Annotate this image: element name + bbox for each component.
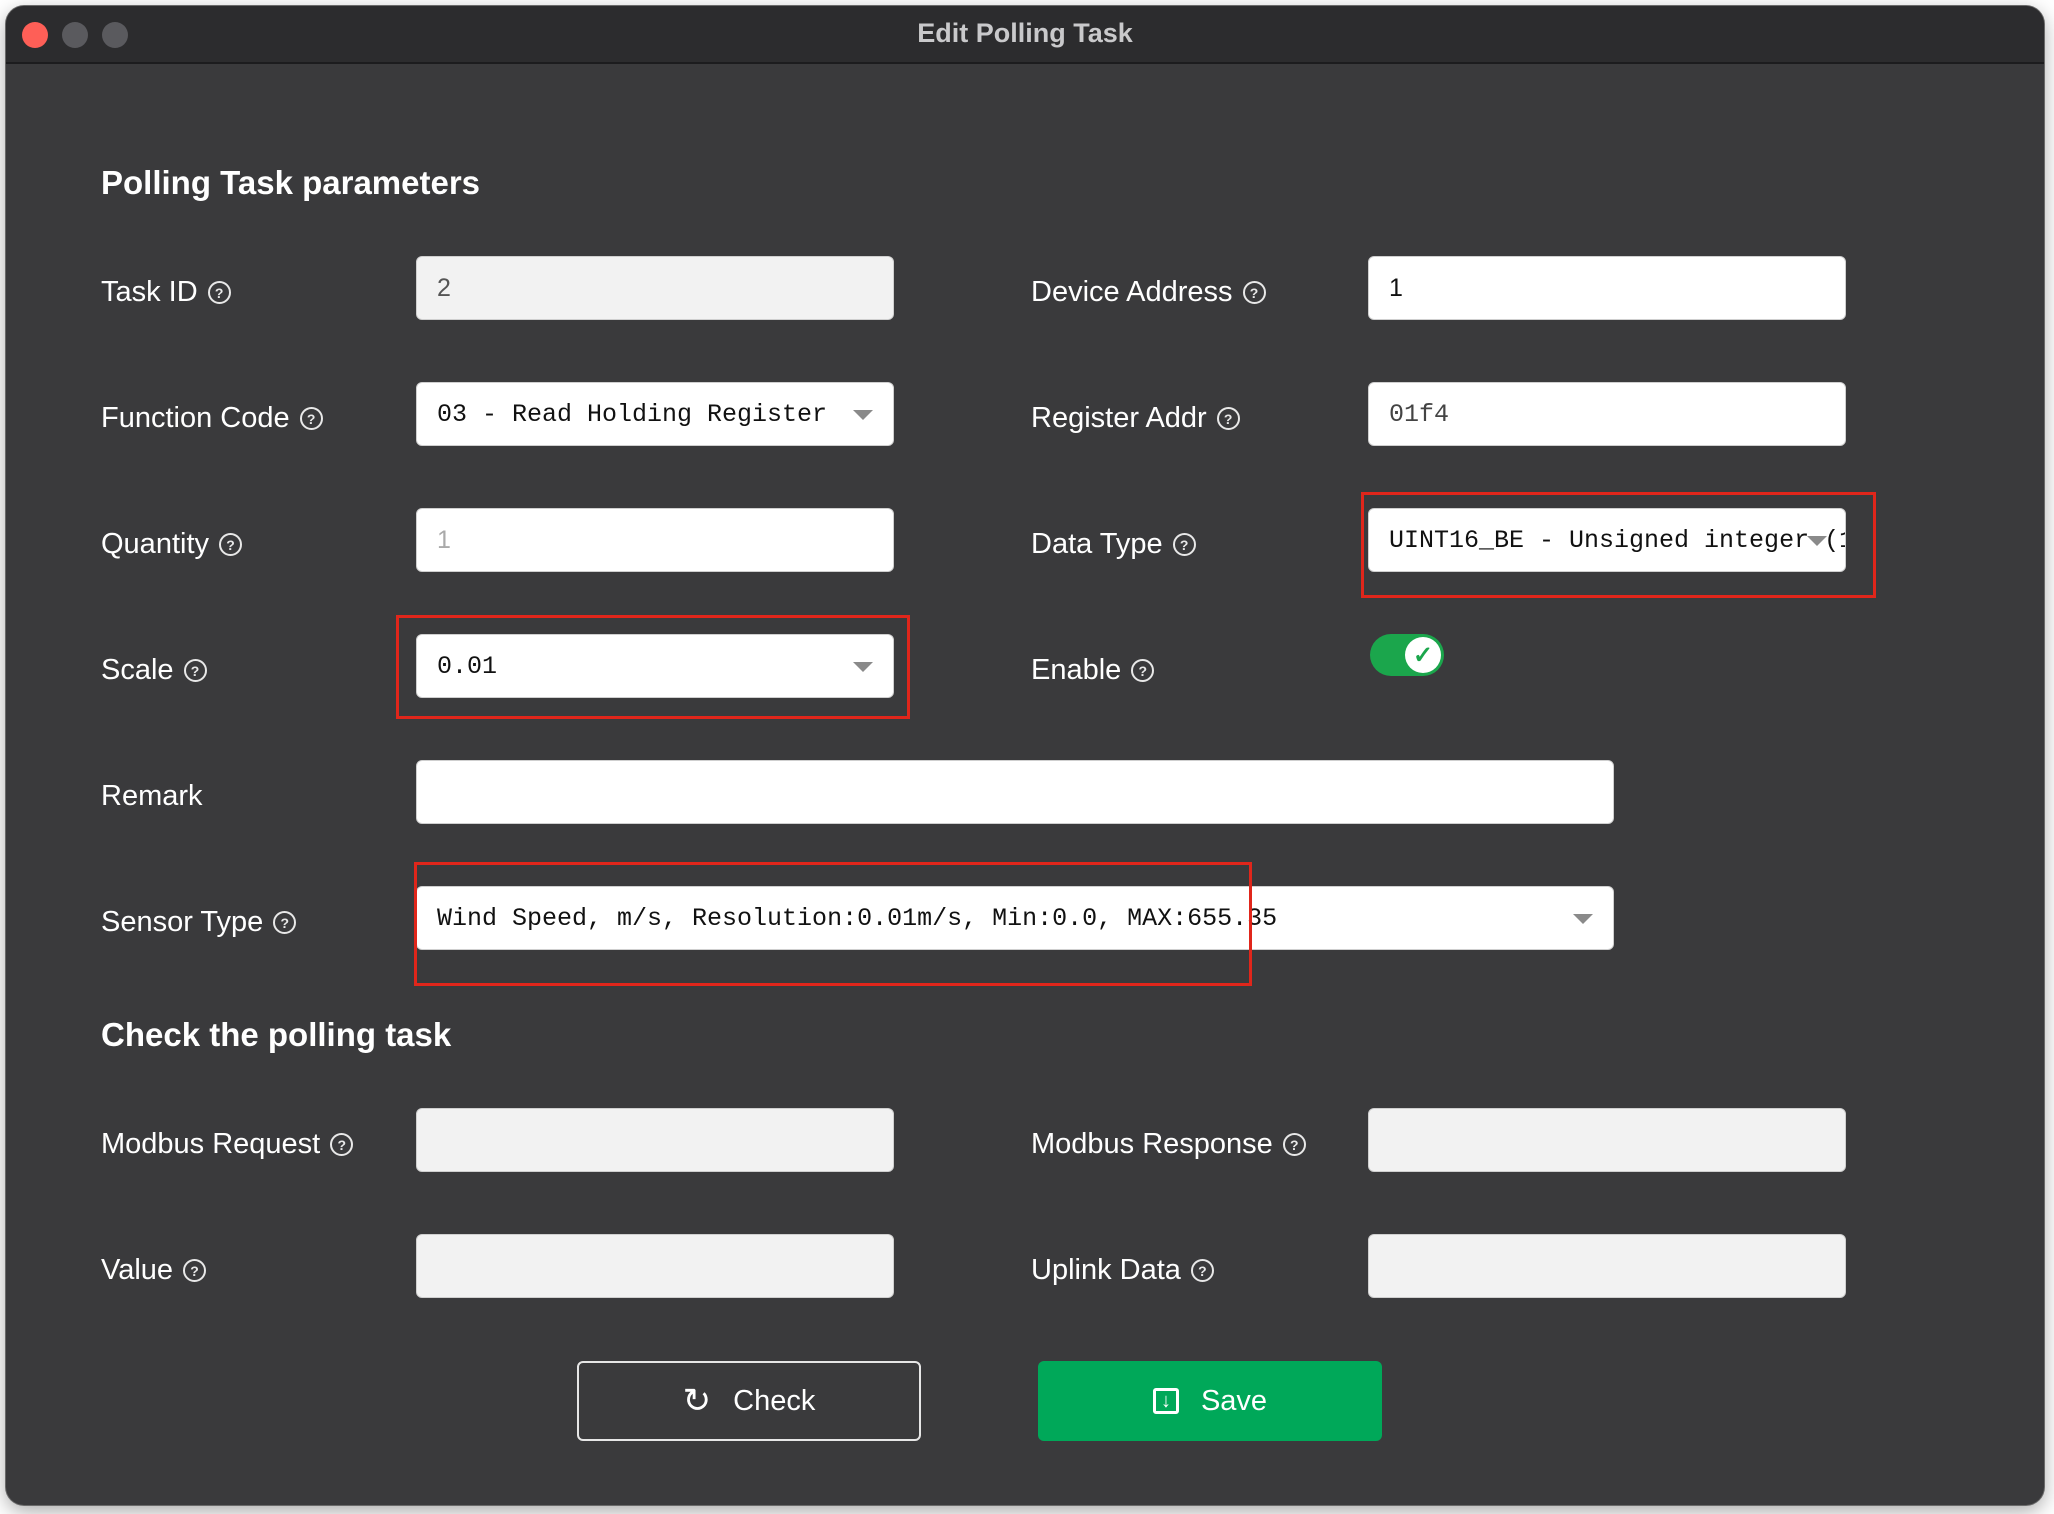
register-addr-input[interactable]: 01f4: [1368, 382, 1846, 446]
window-title: Edit Polling Task: [917, 18, 1133, 48]
scale-label-text: Scale: [101, 654, 174, 686]
help-icon[interactable]: ?: [207, 281, 231, 304]
help-icon[interactable]: ?: [1216, 407, 1240, 430]
save-download-icon: ↓: [1152, 1388, 1179, 1414]
sensor-type-value: Wind Speed, m/s, Resolution:0.01m/s, Min…: [437, 903, 1278, 933]
data-type-select[interactable]: UINT16_BE - Unsigned integer (16b: [1368, 508, 1846, 572]
quantity-label-text: Quantity: [101, 528, 209, 560]
modbus-response-field: [1368, 1108, 1846, 1172]
data-type-value: UINT16_BE - Unsigned integer (16b: [1389, 525, 1846, 555]
chevron-down-icon: [853, 662, 873, 672]
data-type-label: Data Type ?: [1031, 528, 1196, 561]
register-addr-label: Register Addr ?: [1031, 402, 1240, 435]
help-icon[interactable]: ?: [1172, 533, 1196, 556]
edit-polling-task-window: Edit Polling Task Polling Task parameter…: [6, 6, 2044, 1505]
uplink-data-label-text: Uplink Data: [1031, 1254, 1181, 1286]
device-address-label: Device Address ?: [1031, 276, 1266, 309]
help-icon[interactable]: ?: [183, 659, 207, 682]
help-icon[interactable]: ?: [273, 911, 297, 934]
chevron-down-icon: [1573, 914, 1593, 924]
section-title-parameters: Polling Task parameters: [101, 164, 481, 201]
function-code-label-text: Function Code: [101, 402, 290, 434]
remark-label-text: Remark: [101, 780, 203, 812]
task-id-label: Task ID ?: [101, 276, 231, 309]
modbus-response-label-text: Modbus Response: [1031, 1128, 1273, 1160]
modbus-request-label-text: Modbus Request: [101, 1128, 321, 1160]
remark-input[interactable]: [416, 760, 1614, 824]
help-icon[interactable]: ?: [1282, 1133, 1306, 1156]
refresh-icon: ↻: [682, 1382, 712, 1420]
help-icon[interactable]: ?: [1190, 1259, 1214, 1282]
uplink-data-field: [1368, 1234, 1846, 1298]
task-id-field: 2: [416, 256, 894, 320]
function-code-label: Function Code ?: [101, 402, 323, 435]
help-icon[interactable]: ?: [299, 407, 323, 430]
check-button[interactable]: ↻ Check: [577, 1361, 921, 1441]
scale-value: 0.01: [437, 651, 498, 681]
enable-label: Enable ?: [1031, 654, 1155, 687]
value-field: [416, 1234, 894, 1298]
quantity-input[interactable]: 1: [416, 508, 894, 572]
modbus-response-label: Modbus Response ?: [1031, 1128, 1306, 1161]
register-addr-label-text: Register Addr: [1031, 402, 1207, 434]
scale-select[interactable]: 0.01: [416, 634, 894, 698]
help-icon[interactable]: ?: [219, 533, 242, 556]
function-code-select[interactable]: 03 - Read Holding Register: [416, 382, 894, 446]
data-type-label-text: Data Type: [1031, 528, 1163, 560]
help-icon[interactable]: ?: [1242, 281, 1266, 304]
device-address-label-text: Device Address: [1031, 276, 1233, 308]
quantity-label: Quantity ?: [101, 528, 242, 561]
enable-toggle[interactable]: ✓: [1370, 634, 1444, 676]
help-icon[interactable]: ?: [183, 1259, 207, 1282]
modbus-request-field: [416, 1108, 894, 1172]
enable-label-text: Enable: [1031, 654, 1122, 686]
section-title-check: Check the polling task: [101, 1016, 452, 1053]
chevron-down-icon: [1807, 536, 1827, 546]
remark-label: Remark: [101, 780, 203, 813]
sensor-type-select[interactable]: Wind Speed, m/s, Resolution:0.01m/s, Min…: [416, 886, 1614, 950]
help-icon[interactable]: ?: [330, 1133, 354, 1156]
scale-label: Scale ?: [101, 654, 207, 687]
checkmark-icon: ✓: [1405, 637, 1441, 673]
device-address-input[interactable]: 1: [1368, 256, 1846, 320]
function-code-value: 03 - Read Holding Register: [437, 399, 828, 429]
task-id-label-text: Task ID: [101, 276, 198, 308]
chevron-down-icon: [853, 410, 873, 420]
value-label: Value ?: [101, 1254, 207, 1287]
modbus-request-label: Modbus Request ?: [101, 1128, 354, 1161]
help-icon[interactable]: ?: [1131, 659, 1155, 682]
sensor-type-label: Sensor Type ?: [101, 906, 297, 939]
save-button-label: Save: [1200, 1384, 1268, 1417]
check-button-label: Check: [733, 1384, 816, 1417]
value-label-text: Value: [101, 1254, 174, 1286]
save-button[interactable]: ↓ Save: [1038, 1361, 1382, 1441]
title-bar: Edit Polling Task: [6, 6, 2044, 64]
uplink-data-label: Uplink Data ?: [1031, 1254, 1214, 1287]
sensor-type-label-text: Sensor Type: [101, 906, 264, 938]
